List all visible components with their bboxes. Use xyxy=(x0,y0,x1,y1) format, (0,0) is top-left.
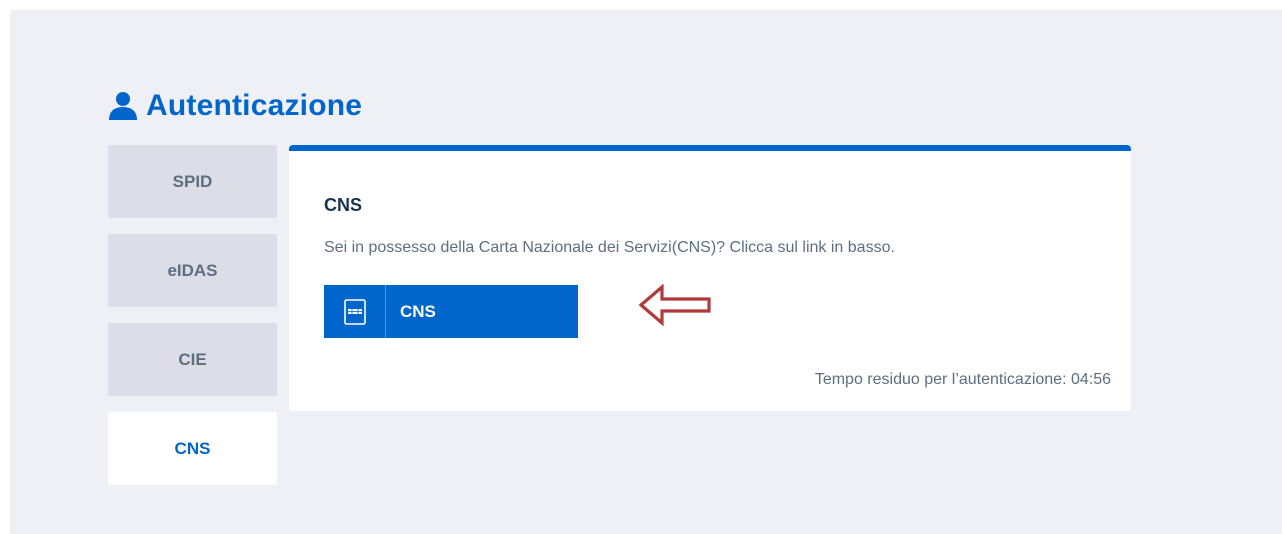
page-title-text: Autenticazione xyxy=(146,89,363,122)
cns-login-button[interactable]: CNS xyxy=(324,285,578,338)
tab-label: eIDAS xyxy=(167,260,218,280)
tab-eidas[interactable]: eIDAS xyxy=(108,234,277,307)
cns-button-label: CNS xyxy=(400,301,436,321)
user-icon xyxy=(108,91,138,121)
tab-cie[interactable]: CIE xyxy=(108,323,277,396)
auth-panel: CNS Sei in possesso della Carta Nazional… xyxy=(289,145,1131,411)
panel-title: CNS xyxy=(324,195,363,215)
left-arrow-icon xyxy=(638,283,712,327)
tab-label: SPID xyxy=(172,171,213,191)
panel-description: Sei in possesso della Carta Nazionale de… xyxy=(324,239,895,256)
page-background: Autenticazione SPID eIDAS CIE CNS CNS Se… xyxy=(10,10,1282,534)
page-title: Autenticazione xyxy=(108,88,362,124)
tab-spid[interactable]: SPID xyxy=(108,145,277,218)
tab-label: CNS xyxy=(174,438,211,458)
auth-timer: Tempo residuo per l’autenticazione: 04:5… xyxy=(814,371,1111,388)
tab-label: CIE xyxy=(178,349,207,369)
smart-card-icon xyxy=(324,285,386,338)
tab-cns[interactable]: CNS xyxy=(108,412,277,485)
